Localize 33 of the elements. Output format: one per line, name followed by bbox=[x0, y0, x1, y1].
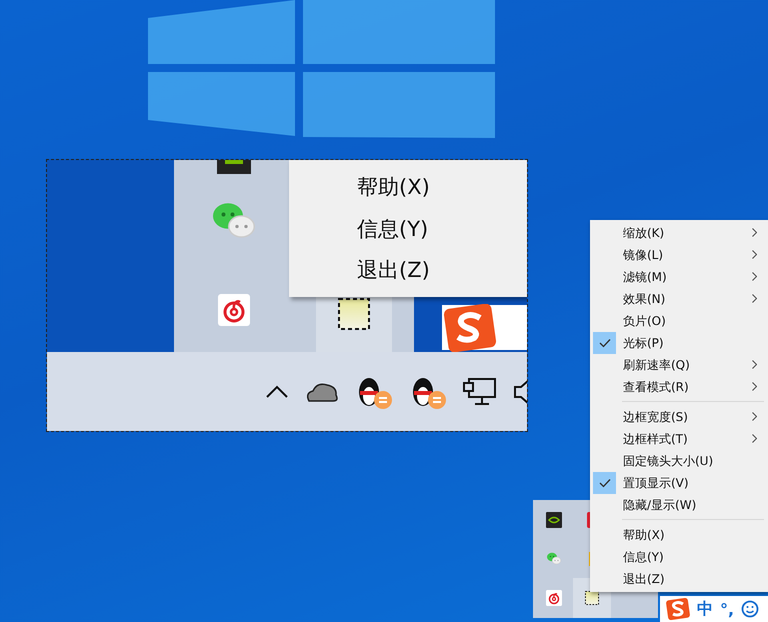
eye-logo-icon[interactable] bbox=[546, 512, 562, 528]
smiley-icon[interactable] bbox=[741, 600, 760, 618]
menu-item[interactable]: 效果(N) bbox=[623, 290, 752, 308]
menu-item[interactable]: 光标(P) bbox=[623, 334, 752, 352]
eye-logo-icon[interactable] bbox=[217, 160, 251, 175]
music-app-icon[interactable] bbox=[546, 590, 562, 606]
menu-item[interactable]: 隐藏/显示(W) bbox=[623, 496, 752, 514]
s-logo-icon[interactable] bbox=[442, 304, 498, 352]
s-logo-icon[interactable] bbox=[666, 598, 690, 620]
cloud-icon[interactable] bbox=[305, 380, 339, 402]
menu-item[interactable]: 帮助(X) bbox=[623, 526, 752, 544]
menu-item[interactable]: 刷新速率(Q) bbox=[623, 356, 752, 374]
menu-item[interactable]: 置顶显示(V) bbox=[623, 474, 752, 492]
menu-item[interactable]: 退出(Z) bbox=[357, 256, 527, 284]
menu-item[interactable]: 缩放(K) bbox=[623, 224, 752, 242]
menu-item[interactable]: 信息(Y) bbox=[357, 214, 527, 242]
magnifier-app-icon[interactable] bbox=[585, 591, 599, 605]
menu-item[interactable]: 退出(Z) bbox=[623, 570, 752, 588]
monitor-icon[interactable] bbox=[463, 376, 497, 406]
menu-item[interactable]: 帮助(X) bbox=[357, 173, 527, 202]
menu-item[interactable]: 镜像(L) bbox=[623, 246, 752, 264]
punctuation-toggle[interactable]: °, bbox=[720, 600, 734, 618]
menu-item[interactable]: 固定镜头大小(U) bbox=[623, 452, 752, 470]
menu-item[interactable]: 边框宽度(S) bbox=[623, 408, 752, 426]
menu-item[interactable]: 查看模式(R) bbox=[623, 378, 752, 396]
menu-item[interactable]: 负片(O) bbox=[623, 312, 752, 330]
menu-item[interactable]: 滤镜(M) bbox=[623, 268, 752, 286]
magnifier-app-icon[interactable] bbox=[338, 298, 370, 330]
chevron-up-icon[interactable] bbox=[265, 384, 289, 398]
input-mode-toggle[interactable]: 中 bbox=[697, 598, 713, 620]
music-app-icon[interactable] bbox=[218, 294, 250, 326]
menu-item[interactable]: 信息(Y) bbox=[623, 548, 752, 566]
menu-item[interactable]: 边框样式(T) bbox=[623, 430, 752, 448]
